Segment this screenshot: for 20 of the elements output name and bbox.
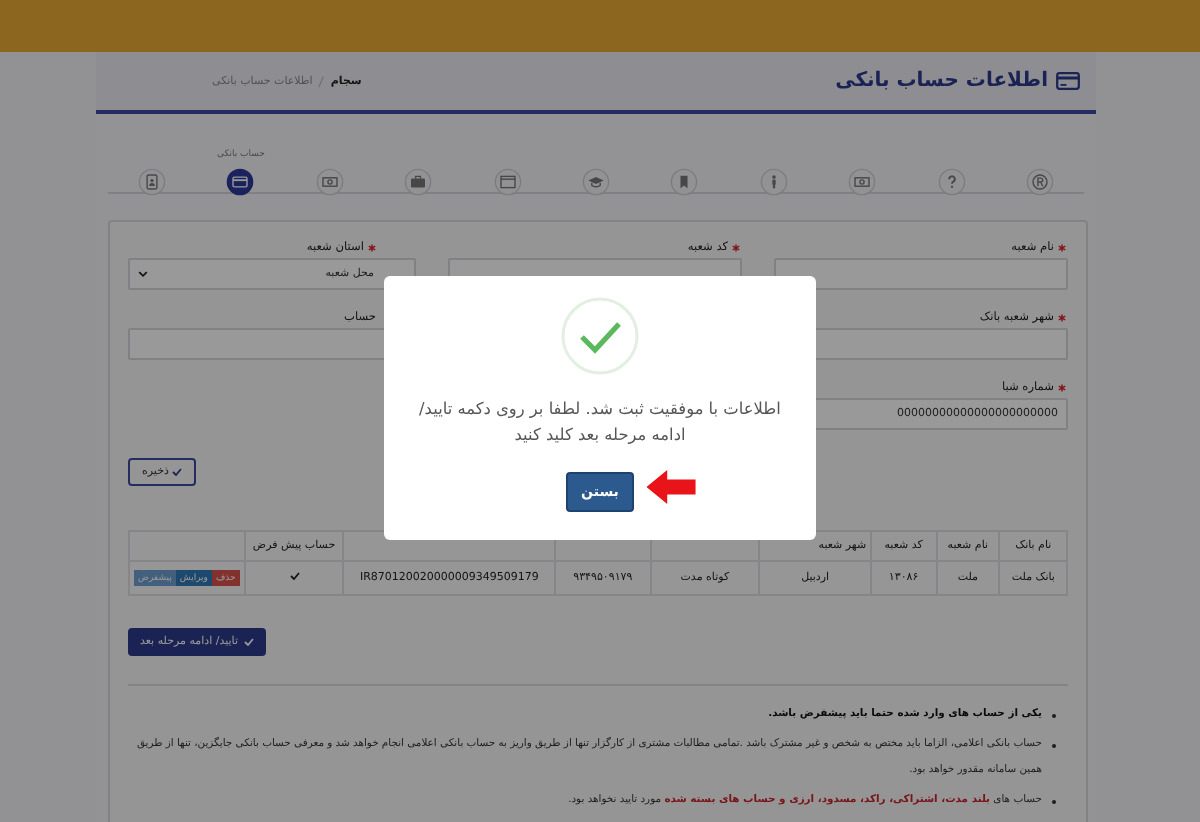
step-briefcase-icon[interactable] xyxy=(404,168,433,196)
input-field[interactable] xyxy=(774,258,1068,290)
success-check-icon xyxy=(560,296,640,376)
credit-card-icon xyxy=(1056,72,1080,90)
step-money-icon[interactable] xyxy=(315,168,344,196)
check-icon xyxy=(172,468,183,476)
step-window-icon[interactable] xyxy=(493,168,522,196)
dialog-message: اطلاعات با موفقیت ثبت شد. لطفا بر روی دکمه تایید/ ادامه مرحله بعد کلید کنید xyxy=(417,396,783,449)
step-person-icon[interactable] xyxy=(759,168,788,196)
arrow-icon xyxy=(646,470,696,505)
step-id-icon[interactable] xyxy=(138,168,167,196)
step-question-icon[interactable] xyxy=(937,168,966,196)
step-money-icon[interactable] xyxy=(848,168,877,196)
step-bookmark-icon[interactable] xyxy=(670,168,699,196)
step-card-icon[interactable] xyxy=(226,168,255,196)
check-icon xyxy=(244,638,255,646)
chevron-down-icon xyxy=(138,270,148,278)
step-registered-icon[interactable] xyxy=(1026,168,1054,196)
step-education-icon[interactable] xyxy=(582,168,611,196)
page-title: اطلاعات حساب بانکی xyxy=(835,70,1048,92)
